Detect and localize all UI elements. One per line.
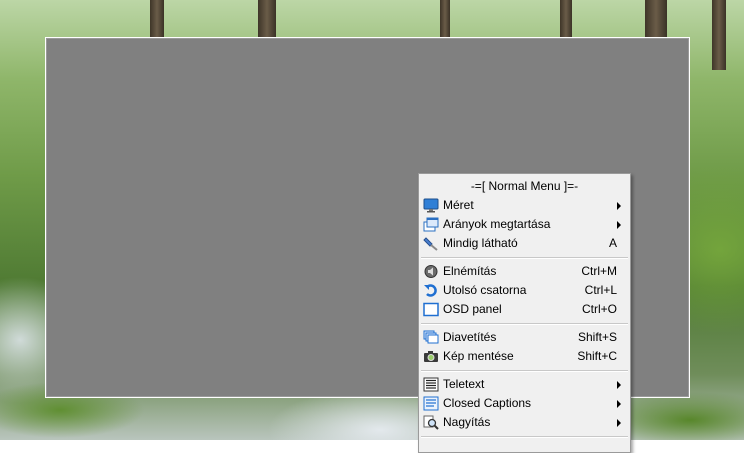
menu-item-label: Teletext — [443, 377, 485, 391]
submenu-arrow-icon — [617, 221, 621, 229]
menu-item-osd-panel[interactable]: OSD panel Ctrl+O — [419, 300, 630, 319]
menu-separator — [421, 257, 628, 259]
menu-item-label: Mindig látható — [443, 236, 518, 250]
menu-item-label: Utolsó csatorna — [443, 283, 527, 297]
menu-item-label: Closed Captions — [443, 396, 532, 410]
slides-icon — [423, 330, 439, 344]
monitor-icon — [423, 198, 439, 213]
menu-item-teletext[interactable]: Teletext — [419, 375, 630, 394]
windows-icon — [423, 217, 439, 232]
menu-item-shortcut: A — [608, 236, 617, 250]
submenu-arrow-icon — [617, 419, 621, 427]
tree-trunk — [440, 0, 450, 40]
tree-trunk — [560, 0, 572, 40]
menu-title: -=[ Normal Menu ]=- — [470, 179, 579, 193]
submenu-arrow-icon — [617, 381, 621, 389]
menu-item-label: OSD panel — [443, 302, 502, 316]
menu-item-mindig-lathato[interactable]: Mindig látható A — [419, 234, 630, 253]
menu-item-label: Elnémítás — [443, 264, 497, 278]
pin-icon — [423, 237, 438, 251]
menu-item-label: Nagyítás — [443, 415, 491, 429]
menu-item-kep-mentese[interactable]: Kép mentése Shift+C — [419, 347, 630, 366]
menu-item-shortcut: Shift+C — [577, 349, 617, 363]
submenu-arrow-icon — [617, 400, 621, 408]
captions-icon — [423, 396, 439, 411]
submenu-arrow-icon — [617, 202, 621, 210]
menu-item-elnemitas[interactable]: Elnémítás Ctrl+M — [419, 262, 630, 281]
menu-item-shortcut: Ctrl+M — [581, 264, 617, 278]
menu-separator — [421, 323, 628, 325]
menu-item-label: Kép mentése — [443, 349, 514, 363]
menu-item-closed-captions[interactable]: Closed Captions — [419, 394, 630, 413]
menu-item-diavetites[interactable]: Diavetítés Shift+S — [419, 328, 630, 347]
menu-item-utolso-csatorna[interactable]: Utolsó csatorna Ctrl+L — [419, 281, 630, 300]
menu-item-nagyitas[interactable]: Nagyítás — [419, 413, 630, 432]
context-menu: -=[ Normal Menu ]=- Méret Arányok megtar… — [418, 173, 631, 453]
magnifier-icon — [423, 415, 439, 430]
menu-item-shortcut: Ctrl+L — [584, 283, 617, 297]
speaker-mute-icon — [424, 265, 438, 278]
camera-icon — [424, 351, 438, 362]
window-icon — [423, 302, 439, 317]
tree-trunk — [645, 0, 667, 40]
menu-item-label: Arányok megtartása — [443, 217, 551, 231]
menu-separator — [421, 370, 628, 372]
menu-item-shortcut: Ctrl+O — [581, 302, 617, 316]
menu-item-aranyok-megtartasa[interactable]: Arányok megtartása — [419, 215, 630, 234]
menu-separator — [421, 436, 628, 438]
tree-trunk — [712, 0, 726, 70]
teletext-icon — [423, 377, 439, 392]
menu-item-meret[interactable]: Méret — [419, 196, 630, 215]
menu-item-label: Diavetítés — [443, 330, 497, 344]
menu-item-shortcut: Shift+S — [577, 330, 617, 344]
undo-arrow-icon — [424, 284, 437, 297]
menu-item-label: Méret — [443, 198, 474, 212]
